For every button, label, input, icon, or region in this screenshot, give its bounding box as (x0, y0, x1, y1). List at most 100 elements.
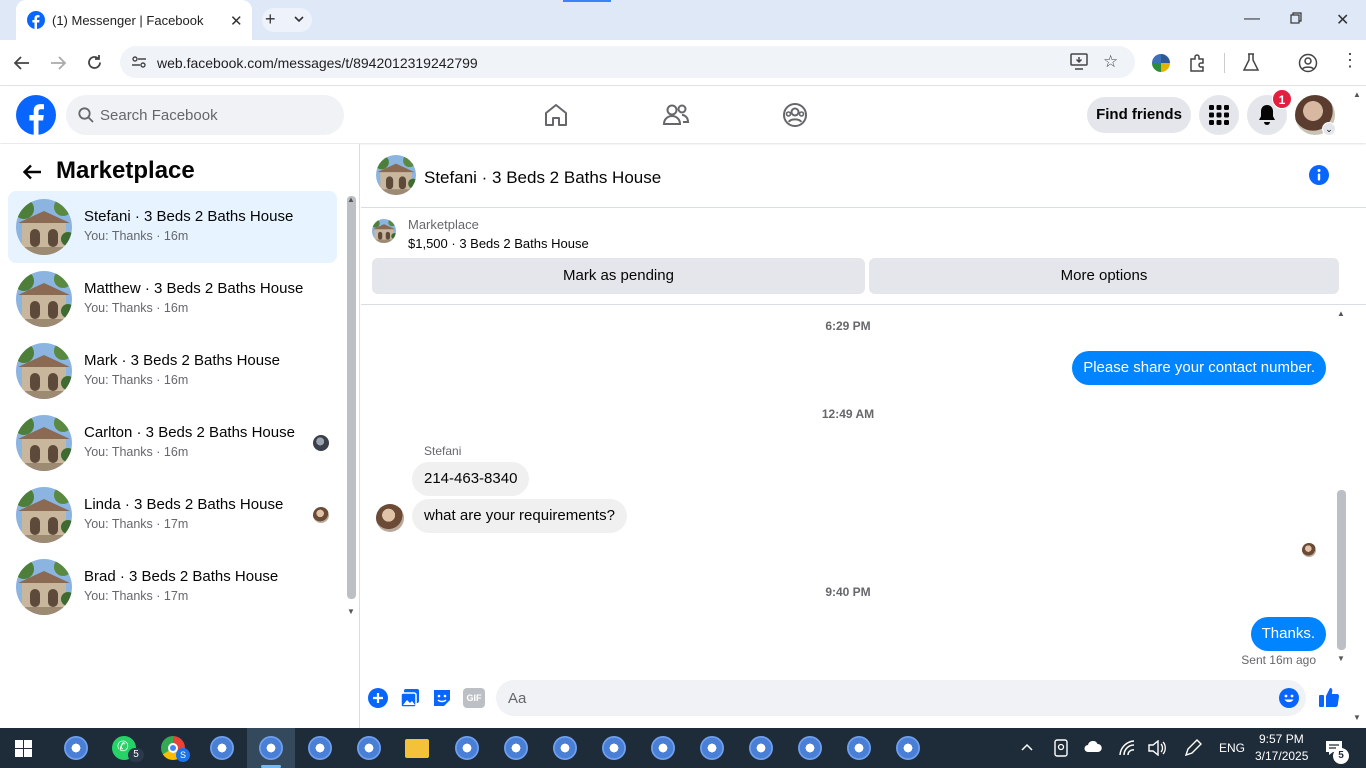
chat-title[interactable]: Stefani · 3 Beds 2 Baths House (424, 168, 661, 188)
info-icon[interactable] (1309, 165, 1329, 185)
scroll-down-arrow-icon[interactable]: ▼ (1337, 654, 1345, 663)
thumbs-up-icon[interactable] (1318, 686, 1340, 708)
mark-as-pending-button[interactable]: Mark as pending (372, 258, 865, 294)
install-app-icon[interactable] (1070, 53, 1088, 70)
meet-now-icon[interactable] (1054, 739, 1068, 757)
menu-button[interactable] (1199, 95, 1239, 135)
chat-scrollbar[interactable] (1337, 490, 1346, 650)
bookmark-star-icon[interactable]: ☆ (1103, 52, 1118, 72)
home-icon[interactable] (543, 102, 569, 128)
page-scroll-up-arrow-icon[interactable]: ▲ (1353, 90, 1361, 99)
back-arrow-icon[interactable] (22, 164, 42, 180)
chrome-profile-icon[interactable] (308, 736, 332, 760)
conversation-item[interactable]: Mark · 3 Beds 2 Baths House You: Thanks ·… (8, 335, 337, 407)
message-composer: GIF (361, 676, 1366, 728)
clock-date[interactable]: 3/17/2025 (1255, 749, 1308, 763)
listing-thumbnail[interactable] (372, 219, 396, 243)
tab-title: (1) Messenger | Facebook (52, 13, 204, 28)
close-tab-icon[interactable]: ✕ (230, 12, 243, 30)
sender-avatar[interactable] (376, 504, 404, 532)
more-options-button[interactable]: More options (869, 258, 1339, 294)
outgoing-message[interactable]: Thanks. (1250, 617, 1326, 651)
conversation-item[interactable]: Brad · 3 Beds 2 Baths House You: Thanks ·… (8, 551, 337, 623)
onedrive-cloud-icon[interactable] (1084, 741, 1102, 753)
scroll-down-arrow-icon[interactable]: ▼ (347, 607, 355, 616)
site-info-icon[interactable] (131, 55, 147, 69)
emoji-icon[interactable] (1279, 688, 1299, 708)
facebook-header: Find friends 1 ⌄ (0, 87, 1366, 143)
incoming-message[interactable]: 214-463-8340 (412, 462, 530, 496)
new-tab-group: + (262, 8, 312, 32)
conversation-snippet: You: Thanks · 16m (84, 445, 189, 459)
chrome-profile-icon[interactable] (210, 736, 234, 760)
chrome-profile-icon[interactable] (357, 736, 381, 760)
tab-search-chevron-icon[interactable] (293, 12, 305, 26)
search-icon (78, 107, 94, 123)
search-input[interactable] (100, 95, 330, 135)
attach-photo-icon[interactable] (400, 688, 420, 708)
search-bar[interactable] (66, 95, 344, 135)
gif-icon[interactable]: GIF (463, 688, 485, 708)
new-tab-plus-icon[interactable]: + (265, 9, 276, 30)
chrome-profile-icon[interactable] (64, 736, 88, 760)
conversation-avatar[interactable] (376, 155, 416, 195)
chrome-profile-icon[interactable] (700, 736, 724, 760)
windows-start-icon[interactable] (15, 740, 32, 757)
conversation-item[interactable]: Matthew · 3 Beds 2 Baths House You: Thank… (8, 263, 337, 335)
chrome-profile-icon[interactable] (749, 736, 773, 760)
browser-menu-icon[interactable]: ⋮ (1341, 51, 1359, 69)
incoming-message[interactable]: what are your requirements? (412, 499, 627, 533)
tray-chevron-up-icon[interactable] (1020, 740, 1034, 754)
scroll-up-arrow-icon[interactable]: ▲ (347, 195, 355, 204)
chrome-profile-icon[interactable] (798, 736, 822, 760)
sticker-icon[interactable] (432, 688, 452, 708)
chrome-profile-icon[interactable] (896, 736, 920, 760)
restore-icon[interactable] (1290, 12, 1302, 24)
conversation-thumbnail (16, 343, 72, 399)
extension-globe-icon[interactable] (1152, 54, 1170, 72)
timestamp: 12:49 AM (821, 407, 875, 421)
message-input[interactable] (496, 680, 1306, 716)
facebook-favicon-icon (27, 11, 45, 29)
profile-icon[interactable] (1298, 53, 1318, 73)
chrome-profile-icon[interactable] (847, 736, 871, 760)
chrome-profile-icon[interactable] (504, 736, 528, 760)
wifi-icon[interactable] (1118, 740, 1136, 756)
listing-price[interactable]: $1,500 · 3 Beds 2 Baths House (408, 236, 589, 251)
find-friends-button[interactable]: Find friends (1087, 97, 1191, 133)
chrome-profile-icon[interactable] (651, 736, 675, 760)
chrome-profile-icon[interactable] (602, 736, 626, 760)
minimize-icon[interactable]: — (1244, 10, 1260, 28)
back-arrow-icon[interactable] (13, 55, 31, 71)
groups-icon[interactable] (782, 102, 808, 128)
pen-menu-icon[interactable] (1184, 739, 1202, 757)
clock-time[interactable]: 9:57 PM (1259, 732, 1304, 746)
conversation-item[interactable]: Stefani · 3 Beds 2 Baths House You: Thank… (8, 191, 337, 263)
conversation-thumbnail (16, 487, 72, 543)
conversation-item[interactable]: Linda · 3 Beds 2 Baths House You: Thanks … (8, 479, 337, 551)
close-window-icon[interactable]: ✕ (1336, 10, 1349, 30)
account-avatar[interactable]: ⌄ (1295, 95, 1336, 136)
volume-icon[interactable] (1148, 740, 1166, 756)
forward-arrow-icon[interactable] (49, 55, 67, 71)
friends-icon[interactable] (662, 102, 690, 128)
input-language[interactable]: ENG (1219, 741, 1245, 755)
browser-tab-messenger[interactable]: (1) Messenger | Facebook ✕ (16, 0, 252, 40)
file-explorer-icon[interactable] (405, 739, 429, 758)
chrome-profile-icon[interactable] (553, 736, 577, 760)
conversation-list-panel: Marketplace Stefani · 3 Beds 2 Baths Hou… (0, 144, 360, 728)
facebook-logo-icon[interactable] (16, 95, 56, 135)
chrome-profile-icon[interactable] (455, 736, 479, 760)
scroll-up-arrow-icon[interactable]: ▲ (1337, 309, 1345, 318)
conversation-name: Mark · 3 Beds 2 Baths House (84, 352, 280, 369)
labs-flask-icon[interactable] (1242, 53, 1260, 72)
extensions-puzzle-icon[interactable] (1188, 53, 1208, 73)
chrome-profile-icon-active[interactable] (259, 736, 283, 760)
outgoing-message[interactable]: Please share your contact number. (1072, 351, 1326, 385)
address-bar[interactable]: web.facebook.com/messages/t/894201231924… (120, 46, 1135, 78)
reload-icon[interactable] (86, 54, 103, 71)
conversation-name: Linda · 3 Beds 2 Baths House (84, 496, 284, 513)
more-actions-plus-icon[interactable] (368, 688, 388, 708)
conversation-item[interactable]: Carlton · 3 Beds 2 Baths House You: Thank… (8, 407, 337, 479)
conversation-list-scrollbar[interactable] (347, 196, 356, 599)
